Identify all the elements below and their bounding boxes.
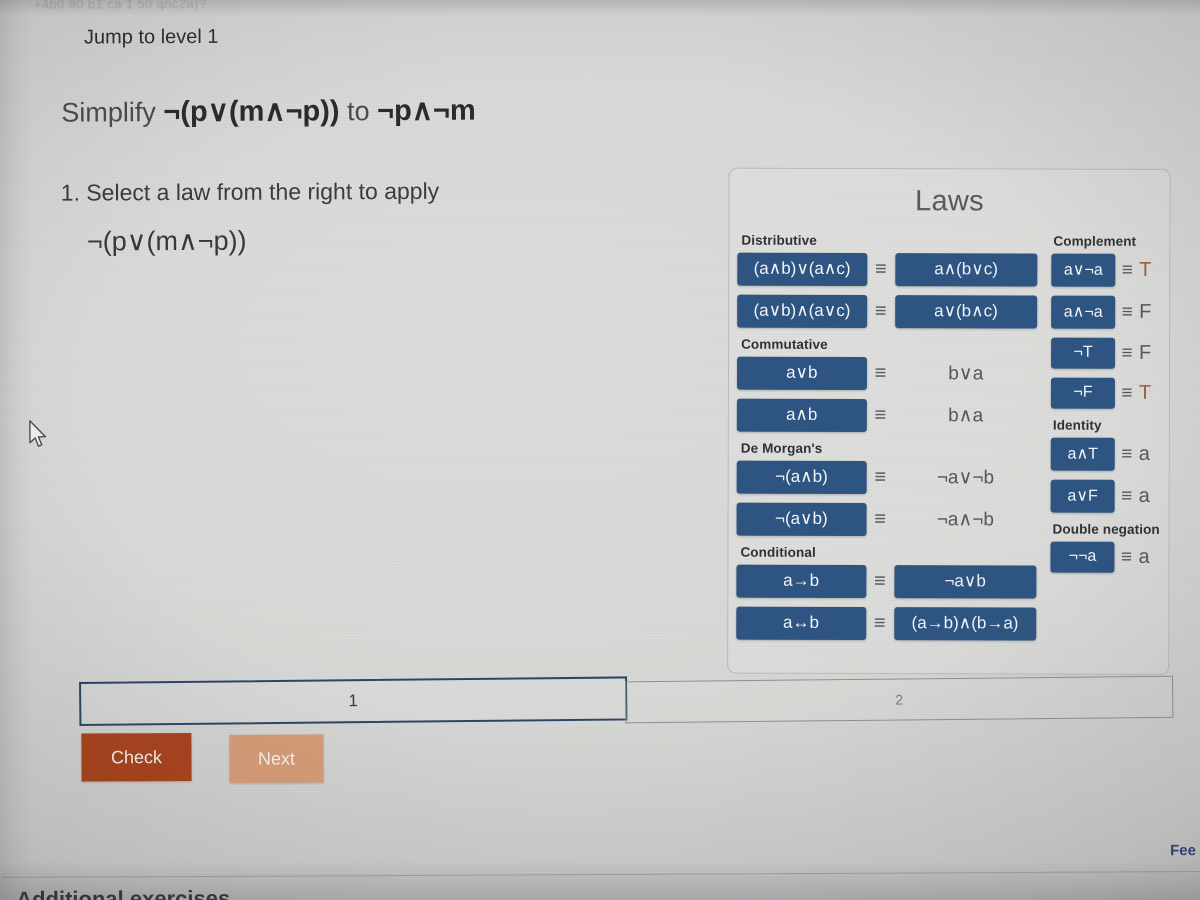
- law-result-button[interactable]: ¬a∨b: [893, 565, 1037, 599]
- law-result-text: ¬a∨¬b: [936, 467, 995, 489]
- current-expression: ¬(p∨(m∧¬p)): [86, 225, 247, 257]
- additional-exercises-heading: Additional exercises: [16, 885, 231, 900]
- law-button[interactable]: a∨F: [1050, 479, 1115, 513]
- law-result-text: b∨a: [948, 363, 984, 385]
- law-row: a↔b ≡ (a→b)∧(b→a): [736, 606, 1037, 641]
- law-result-text: T: [1138, 381, 1152, 404]
- law-button[interactable]: a∧¬a: [1051, 295, 1116, 329]
- equivalence-symbol: ≡: [1121, 443, 1133, 465]
- law-group-title: De Morgan's: [740, 440, 823, 456]
- simplify-word: Simplify: [61, 97, 156, 128]
- footer-divider: [2, 871, 1200, 878]
- simplify-prompt: Simplify ¬(p∨(m∧¬p)) to ¬p∧¬m: [61, 93, 476, 130]
- law-button[interactable]: a∨¬a: [1051, 253, 1116, 287]
- top-cutoff-text: +4b0 90 b1 ca 1 50 qnc2a)?: [33, 0, 207, 12]
- law-group-title: Distributive: [741, 232, 817, 248]
- law-result-text: F: [1139, 300, 1152, 323]
- next-button[interactable]: Next: [229, 734, 324, 783]
- law-button[interactable]: ¬F: [1050, 377, 1115, 409]
- law-group-title: Commutative: [741, 336, 828, 352]
- law-button[interactable]: a∧b: [736, 398, 867, 433]
- law-row: ¬F ≡ T: [1050, 377, 1169, 409]
- law-row: (a∨b)∧(a∨c) ≡ a∨(b∧c): [737, 294, 1038, 329]
- law-result-text: b∧a: [948, 405, 984, 427]
- laws-panel-title: Laws: [915, 185, 985, 218]
- equivalence-symbol: ≡: [874, 300, 887, 323]
- equivalence-symbol: ≡: [1121, 382, 1133, 404]
- law-result-text: T: [1139, 258, 1152, 281]
- law-button[interactable]: (a∧b)∨(a∧c): [737, 252, 867, 287]
- equivalence-symbol: ≡: [873, 612, 886, 635]
- law-button[interactable]: a∧T: [1050, 437, 1115, 471]
- law-button[interactable]: (a∨b)∧(a∨c): [737, 294, 867, 329]
- law-row: ¬¬a ≡ a: [1050, 541, 1168, 573]
- laws-panel: Laws Distributive (a∧b)∨(a∧c) ≡ a∧(b∨c) (a∨b…: [727, 167, 1171, 675]
- equivalence-symbol: ≡: [874, 404, 887, 427]
- screen-photo: +4b0 90 b1 ca 1 50 qnc2a)? Jump to level…: [0, 0, 1200, 900]
- law-result-text: F: [1139, 341, 1152, 364]
- law-result-text: a: [1138, 484, 1150, 507]
- law-result-button[interactable]: a∧(b∨c): [894, 253, 1038, 287]
- equivalence-symbol: ≡: [1121, 301, 1133, 323]
- law-row: a∨¬a ≡ T: [1051, 253, 1169, 287]
- progress-step-2[interactable]: 2: [625, 675, 1174, 724]
- equivalence-symbol: ≡: [1121, 259, 1133, 281]
- laws-left-column: Distributive (a∧b)∨(a∧c) ≡ a∧(b∨c) (a∨b)∧(a∨…: [736, 227, 1038, 650]
- law-row: ¬T ≡ F: [1051, 337, 1169, 369]
- law-row: a∨b ≡ b∨a: [736, 356, 1037, 391]
- equivalence-symbol: ≡: [1120, 546, 1133, 568]
- law-row: (a∧b)∨(a∧c) ≡ a∧(b∨c): [737, 252, 1038, 287]
- law-button[interactable]: ¬(a∨b): [736, 502, 867, 537]
- law-button[interactable]: a↔b: [736, 606, 866, 641]
- law-button[interactable]: ¬(a∧b): [736, 460, 867, 495]
- law-result-text: a: [1138, 442, 1150, 465]
- law-row: a∨F ≡ a: [1050, 479, 1169, 513]
- law-result-button[interactable]: a∨(b∧c): [894, 295, 1038, 329]
- equivalence-symbol: ≡: [874, 258, 887, 281]
- law-row: ¬(a∨b) ≡ ¬a∧¬b: [736, 502, 1037, 537]
- simplify-source-expression: ¬(p∨(m∧¬p)): [163, 95, 340, 129]
- law-button[interactable]: ¬¬a: [1050, 541, 1115, 573]
- law-button[interactable]: a∨b: [736, 356, 867, 391]
- law-result-text: a: [1138, 545, 1150, 568]
- mouse-pointer-icon: [29, 420, 47, 447]
- law-button[interactable]: a→b: [736, 564, 866, 599]
- equivalence-symbol: ≡: [874, 466, 887, 489]
- law-group-title: Identity: [1052, 417, 1102, 433]
- law-result-button[interactable]: (a→b)∧(b→a): [893, 607, 1037, 641]
- simplify-target-expression: ¬p∧¬m: [377, 94, 476, 128]
- law-result-text: ¬a∧¬b: [936, 509, 994, 531]
- feedback-link[interactable]: Fee: [1170, 842, 1196, 859]
- progress-step-1[interactable]: 1: [79, 676, 628, 726]
- page-content: +4b0 90 b1 ca 1 50 qnc2a)? Jump to level…: [0, 0, 1200, 900]
- law-row: ¬(a∧b) ≡ ¬a∨¬b: [736, 460, 1037, 495]
- law-group-title: Conditional: [740, 544, 816, 560]
- equivalence-symbol: ≡: [1121, 485, 1133, 507]
- check-button[interactable]: Check: [81, 733, 192, 782]
- equivalence-symbol: ≡: [1121, 342, 1133, 364]
- law-group-title: Double negation: [1052, 521, 1160, 537]
- equivalence-symbol: ≡: [874, 570, 886, 593]
- jump-to-level-heading: Jump to level 1: [83, 25, 219, 49]
- step-instruction: 1. Select a law from the right to apply: [60, 177, 440, 206]
- law-row: a→b ≡ ¬a∨b: [736, 564, 1037, 599]
- equivalence-symbol: ≡: [874, 508, 886, 531]
- equivalence-symbol: ≡: [874, 362, 887, 385]
- laws-right-column: Complement a∨¬a ≡ Ta∧¬a ≡ F ¬T ≡ F ¬F ≡ T Identity a∧…: [1050, 228, 1169, 582]
- law-button[interactable]: ¬T: [1051, 337, 1116, 369]
- to-word: to: [346, 96, 370, 127]
- law-group-title: Complement: [1053, 233, 1137, 249]
- law-row: a∧b ≡ b∧a: [736, 398, 1037, 433]
- law-row: a∧¬a ≡ F: [1051, 295, 1169, 329]
- progress-bar: 1 2: [79, 675, 1174, 726]
- law-row: a∧T ≡ a: [1050, 437, 1169, 471]
